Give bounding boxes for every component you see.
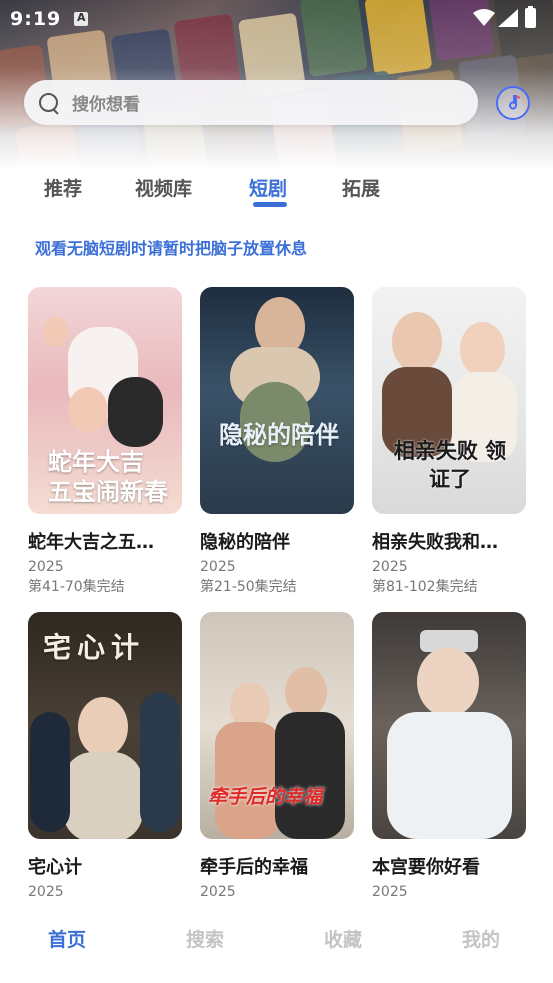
drama-title: 相亲失败我和…: [372, 532, 498, 553]
drama-poster[interactable]: 蛇年大吉 五宝闹新春: [28, 287, 182, 514]
search-icon: [38, 92, 60, 114]
drama-title: 蛇年大吉之五…: [28, 532, 154, 553]
poster-caption: 相亲失败 领证了: [393, 439, 507, 491]
drama-year: 2025: [28, 559, 64, 575]
drama-episode-status: 第81-102集完结: [372, 579, 478, 595]
search-placeholder: 搜你想看: [72, 95, 140, 115]
music-icon[interactable]: [496, 86, 530, 120]
search-input[interactable]: 搜你想看: [24, 80, 478, 125]
drama-card[interactable]: 相亲失败 领证了 相亲失败我和… 2025 第81-102集完结: [372, 287, 526, 596]
drama-year: 2025: [372, 559, 408, 575]
drama-card[interactable]: 牵手后的幸福 牵手后的幸福 2025: [200, 612, 354, 900]
drama-poster[interactable]: [372, 612, 526, 839]
drama-year: 2025: [200, 884, 236, 900]
notice-text: 观看无脑短剧时请暂时把脑子放置休息: [35, 239, 308, 258]
drama-year: 2025: [372, 884, 408, 900]
poster-caption: 隐秘的陪伴: [219, 421, 339, 449]
active-tab-indicator: [253, 202, 287, 207]
drama-title: 本宫要你好看: [372, 857, 480, 878]
nav-home[interactable]: 首页: [48, 925, 86, 952]
drama-episode-status: 第21-50集完结: [200, 579, 297, 595]
bottom-navigation: 首页 搜索 收藏 我的: [0, 915, 553, 965]
drama-card[interactable]: 宅心计 宅心计 2025: [28, 612, 182, 900]
status-bar: 9:19: [0, 0, 553, 38]
drama-episode-status: 第41-70集完结: [28, 579, 125, 595]
battery-icon: [525, 6, 536, 28]
tab-extensions[interactable]: 拓展: [342, 174, 380, 201]
category-tabs: 推荐 视频库 短剧 拓展: [0, 172, 553, 212]
drama-poster[interactable]: 隐秘的陪伴: [200, 287, 354, 514]
drama-year: 2025: [200, 559, 236, 575]
nav-favorites[interactable]: 收藏: [324, 925, 362, 952]
drama-title: 牵手后的幸福: [200, 857, 308, 878]
drama-poster[interactable]: 宅心计: [28, 612, 182, 839]
nav-profile[interactable]: 我的: [462, 925, 500, 952]
drama-card[interactable]: 本宫要你好看 2025: [372, 612, 526, 900]
tab-video-library[interactable]: 视频库: [135, 174, 192, 201]
poster-caption: 蛇年大吉 五宝闹新春: [48, 448, 168, 506]
wifi-icon: [473, 9, 495, 26]
poster-caption: 牵手后的幸福: [208, 786, 323, 808]
drama-title: 宅心计: [28, 857, 82, 878]
tab-recommend[interactable]: 推荐: [44, 174, 82, 201]
drama-title: 隐秘的陪伴: [200, 532, 290, 553]
drama-card[interactable]: 蛇年大吉 五宝闹新春 蛇年大吉之五… 2025 第41-70集完结: [28, 287, 182, 596]
poster-caption: 宅心计: [43, 631, 146, 664]
drama-card[interactable]: 隐秘的陪伴 隐秘的陪伴 2025 第21-50集完结: [200, 287, 354, 596]
status-time: 9:19: [10, 8, 62, 30]
signal-icon: [498, 9, 518, 27]
nav-search[interactable]: 搜索: [186, 925, 224, 952]
drama-poster[interactable]: 相亲失败 领证了: [372, 287, 526, 514]
drama-poster[interactable]: 牵手后的幸福: [200, 612, 354, 839]
drama-year: 2025: [28, 884, 64, 900]
tab-short-drama[interactable]: 短剧: [249, 174, 287, 201]
notification-a-icon: [74, 11, 88, 26]
